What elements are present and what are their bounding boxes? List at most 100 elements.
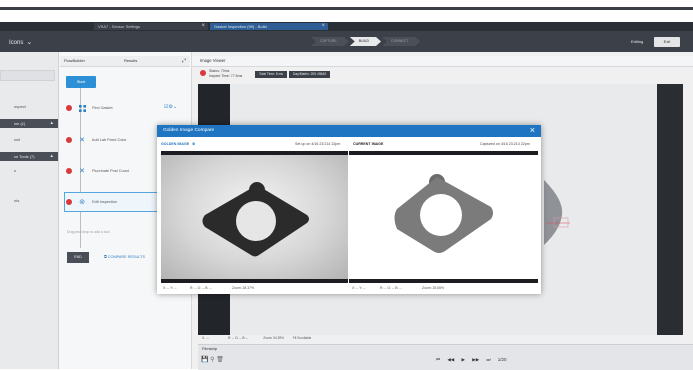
golden-image-time: Set up on 4/16 23:214 22pm xyxy=(295,142,341,146)
golden-image-view[interactable] xyxy=(161,151,348,283)
flow-step-inspection[interactable]: ⊚ Edit Inspection xyxy=(66,197,117,207)
current-footer-xy: X: -- Y: -- xyxy=(352,286,366,290)
zoom-level: Zoom: 94.39% xyxy=(263,336,284,340)
total-time-chip: Total Time: 8 ms xyxy=(255,71,288,78)
step-build[interactable]: BUILD xyxy=(350,37,381,46)
error-dot-icon xyxy=(200,70,206,76)
cursor-rgb: R: -- G: -- B: -- xyxy=(227,336,249,340)
viewer-footer: X: --- R: -- G: -- B: -- Zoom: 94.39% Fi… xyxy=(198,335,683,342)
workflow-steps: CAPTURE BUILD CONNECT xyxy=(311,37,421,46)
nav-item-assist[interactable]: ssit xyxy=(0,135,58,144)
tab-sensor-settings[interactable]: VSA7 - Sensor Settings × xyxy=(94,23,208,30)
tab-label: VSA7 - Sensor Settings xyxy=(98,24,141,29)
step-actions: ☑⚙⌄ xyxy=(164,104,177,110)
nav-item-location[interactable]: ion (1) ▴ xyxy=(0,119,58,128)
tab-label: Gasket Inspection (99) - Build xyxy=(214,24,267,29)
fit-scrollable[interactable]: Fit Scrollable xyxy=(293,336,311,340)
golden-footer-zoom: Zoom: 28.37% xyxy=(232,286,255,290)
current-image-view[interactable] xyxy=(349,151,538,283)
dialog-title: Golden Image Compare xyxy=(163,128,215,133)
save-icon[interactable]: 💾 xyxy=(201,357,208,363)
nav-item-label: ce Tools (7) xyxy=(14,154,35,159)
golden-image-label: GOLDEN IMAGE ⚙ xyxy=(161,142,195,146)
next-frame-icon[interactable]: ▶▶ xyxy=(472,357,479,362)
viewer-status: Status: 70ms Inspect Time: 77.5ms xyxy=(209,69,242,79)
window-tab-bar: VSA7 - Sensor Settings × Gasket Inspecti… xyxy=(0,22,693,31)
editing-label: Editing xyxy=(631,39,644,44)
trash-icon[interactable]: 🗑 xyxy=(216,357,224,363)
playback-controls: ⏮ ◀◀ ▶ ▶▶ ⏭ 1/20 xyxy=(436,357,513,363)
flow-step-pixel-count[interactable]: ✕ Fluorinate Post Count xyxy=(66,166,129,176)
nav-item-inspect[interactable]: nspect xyxy=(0,102,58,111)
nav-item-label: s xyxy=(14,168,16,173)
nav-search-input[interactable] xyxy=(0,70,55,81)
flow-step-find-gasket[interactable]: Find Gasket xyxy=(66,103,113,113)
expand-icon[interactable]: ⤢ xyxy=(182,58,186,64)
error-dot-icon xyxy=(66,105,72,111)
step-capture[interactable]: CAPTURE xyxy=(311,37,349,46)
golden-gasket-image xyxy=(202,182,309,257)
current-footer-rgb: R: -- G: -- B: -- xyxy=(380,286,402,290)
background-gasket-shape xyxy=(544,180,570,245)
status-indicator xyxy=(200,70,206,76)
tab-results[interactable]: Results xyxy=(124,58,137,63)
flow-step-label: Fluorinate Post Count xyxy=(92,169,129,173)
nav-item-presence-tools[interactable]: ce Tools (7) ▴ xyxy=(0,152,58,161)
exit-button[interactable]: Exit xyxy=(654,37,680,47)
nav-item-label: ssit xyxy=(14,137,20,142)
nav-item-nts[interactable]: nts xyxy=(0,196,58,205)
nav-item-label: ion (1) xyxy=(14,121,26,126)
current-image-time: Captured on 4/16 23:214 22pm xyxy=(480,142,530,146)
chevron-down-icon: ⌄ xyxy=(26,39,33,46)
step-connect[interactable]: CONNECT xyxy=(382,37,420,46)
tab-flowbuilder[interactable]: FlowBuilder xyxy=(64,58,85,63)
cursor-xy: X: --- xyxy=(202,336,210,340)
panel-tabs: FlowBuilder Results ⤢ xyxy=(60,56,190,67)
viewer-title: Image Viewer xyxy=(200,58,226,63)
last-frame-icon[interactable]: ⏭ xyxy=(486,357,490,362)
current-image-label: CURRENT IMAGE xyxy=(353,142,384,146)
flow-step-label: Find Gasket xyxy=(92,106,113,110)
first-frame-icon[interactable]: ⏮ xyxy=(436,357,440,362)
tool-crosshair-icon: ✕ xyxy=(79,136,85,144)
tool-compare-icon: ⊚ xyxy=(79,198,85,206)
nav-item-label: nspect xyxy=(14,104,26,109)
settings-icon[interactable]: ⚙ xyxy=(192,142,195,146)
tool-grid-icon xyxy=(79,104,87,112)
pin-icon[interactable]: ⚲ xyxy=(210,357,214,363)
tab-gasket-inspection[interactable]: Gasket Inspection (99) - Build × xyxy=(210,23,328,30)
close-icon[interactable]: × xyxy=(530,124,535,136)
end-node[interactable]: END xyxy=(67,252,89,263)
day-matrix-chip: Day/Matrix: 205 49849 xyxy=(289,71,331,78)
menu-dropdown[interactable]: Icons ⌄ xyxy=(9,38,32,46)
golden-footer-xy: X: -- Y: -- xyxy=(163,286,177,290)
chevron-down-icon[interactable]: ⌄ xyxy=(173,104,177,110)
dialog-titlebar: Golden Image Compare × xyxy=(157,125,541,137)
close-icon[interactable]: × xyxy=(321,23,325,30)
flow-step-label: Add Lab Fixed Color xyxy=(91,138,127,142)
chevron-up-icon: ▴ xyxy=(50,120,53,126)
left-nav xyxy=(0,52,59,369)
top-strip xyxy=(0,0,693,10)
golden-footer-rgb: R: -- G: -- B: -- xyxy=(190,286,212,290)
drop-hint: Drag and drop to add a tool xyxy=(67,230,110,234)
flow-step-label: Edit Inspection xyxy=(92,200,118,204)
tool-crosshair-icon: ✕ xyxy=(79,167,85,175)
canvas-right-frame xyxy=(657,84,683,335)
filmstrip-label: Filmstrip xyxy=(202,346,218,351)
current-gasket-image xyxy=(394,174,493,253)
close-icon[interactable]: × xyxy=(201,23,205,30)
play-icon[interactable]: ▶ xyxy=(462,357,465,362)
start-node[interactable]: Start xyxy=(66,76,96,88)
golden-image-title: GOLDEN IMAGE xyxy=(161,142,190,146)
prev-frame-icon[interactable]: ◀◀ xyxy=(447,357,454,362)
error-dot-icon xyxy=(66,199,72,205)
compare-results-label: COMPARE RESULTS xyxy=(107,255,145,259)
compare-results-link[interactable]: ⧉ COMPARE RESULTS xyxy=(104,255,145,259)
error-dot-icon xyxy=(66,168,72,174)
menu-label: Icons xyxy=(9,40,24,46)
viewer-header: Image Viewer xyxy=(192,56,693,67)
nav-item-label: nts xyxy=(14,198,20,203)
nav-item-s[interactable]: s xyxy=(0,166,58,175)
flow-step-lab-color[interactable]: ✕ Add Lab Fixed Color xyxy=(66,135,127,145)
